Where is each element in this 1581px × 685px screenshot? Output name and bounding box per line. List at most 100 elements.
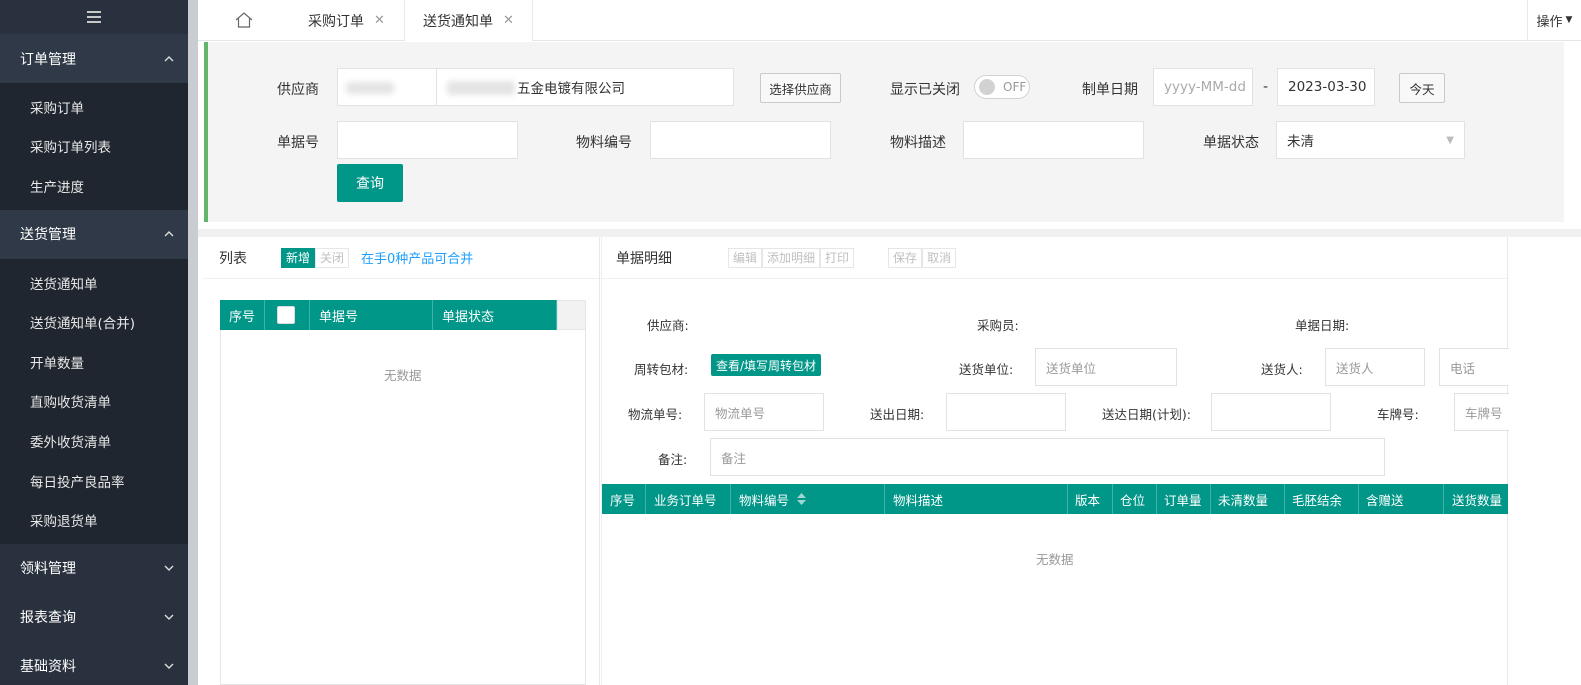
tab-purchase-order[interactable]: 采购订单 ✕: [290, 0, 403, 41]
sortable-column-header[interactable]: 物料编号: [731, 484, 885, 514]
sidebar-item-delivery-notice-merged[interactable]: 送货通知单(合并): [0, 302, 188, 342]
supplier-code-input[interactable]: [337, 68, 437, 106]
date-from-input[interactable]: yyyy-MM-dd: [1153, 68, 1253, 106]
doc-date-label: 单据日期:: [1295, 318, 1350, 333]
sidebar-item-purchase-order[interactable]: 采购订单: [0, 87, 188, 127]
show-closed-switch[interactable]: OFF: [974, 75, 1030, 99]
sidebar-group-label: 送货管理: [20, 227, 76, 244]
redacted-text: [447, 81, 515, 95]
doc-status-value: 未清: [1287, 134, 1314, 150]
buyer-label: 采购员:: [977, 318, 1019, 333]
doc-status-label: 单据状态: [1203, 135, 1259, 151]
column-header: 含赠送: [1359, 484, 1444, 514]
packing-button[interactable]: 查看/填写周转包材: [711, 354, 821, 376]
query-button[interactable]: 查询: [337, 164, 403, 202]
ship-date-label: 送出日期:: [870, 407, 925, 422]
column-header: 送货数量: [1452, 492, 1503, 508]
caret-down-icon: ▼: [1446, 134, 1454, 146]
sidebar-group-basic-data[interactable]: 基础资料: [0, 642, 188, 685]
sidebar-group-label: 领料管理: [20, 561, 76, 578]
material-desc-label: 物料描述: [890, 135, 946, 151]
sidebar-item-direct-receipt[interactable]: 直购收货清单: [0, 382, 188, 422]
print-button[interactable]: 打印: [820, 247, 855, 268]
today-button[interactable]: 今天: [1399, 73, 1445, 103]
remark-label: 备注:: [658, 452, 688, 467]
cancel-button[interactable]: 取消: [922, 247, 957, 268]
operations-dropdown[interactable]: 操作 ▼: [1527, 0, 1581, 40]
material-desc-input[interactable]: [963, 121, 1144, 159]
column-header: 业务订单号: [646, 484, 731, 514]
material-no-input[interactable]: [650, 121, 831, 159]
sidebar-item-purchase-return[interactable]: 采购退货单: [0, 500, 188, 540]
divider: [198, 229, 1581, 237]
logistics-input[interactable]: 物流单号: [704, 393, 824, 431]
phone-input[interactable]: 电话: [1439, 348, 1509, 386]
delivery-unit-input[interactable]: 送货单位: [1035, 348, 1177, 386]
tab-label: 采购订单: [308, 13, 364, 30]
plate-input[interactable]: 车牌号: [1454, 393, 1509, 431]
plate-label: 车牌号:: [1377, 407, 1419, 422]
sidebar-item-delivery-notice[interactable]: 送货通知单: [0, 263, 188, 303]
sidebar-item-outsource-receipt[interactable]: 委外收货清单: [0, 421, 188, 461]
sidebar-item-purchase-order-list[interactable]: 采购订单列表: [0, 127, 188, 167]
column-header: 单据号: [310, 300, 433, 330]
remark-input[interactable]: 备注: [710, 438, 1385, 476]
column-header: 订单量: [1157, 484, 1211, 514]
sidebar-item-order-quantity[interactable]: 开单数量: [0, 342, 188, 382]
close-icon[interactable]: ✕: [374, 13, 385, 28]
sidebar-item-daily-yield[interactable]: 每日投产良品率: [0, 461, 188, 501]
merge-hint-link[interactable]: 在手0种产品可合并: [361, 248, 473, 267]
ship-date-input[interactable]: [946, 393, 1066, 431]
empty-text: 无数据: [384, 368, 422, 383]
date-label: 制单日期: [1082, 82, 1138, 98]
new-button[interactable]: 新增: [281, 247, 316, 268]
chevron-down-icon: [164, 614, 174, 621]
supplier-name-value: 五金电镀有限公司: [517, 81, 625, 97]
chevron-down-icon: [164, 663, 174, 670]
sidebar: 订单管理 采购订单 采购订单列表 生产进度 送货管理 送货通知单 送货通知单(合…: [0, 0, 188, 685]
doc-no-input[interactable]: [337, 121, 518, 159]
add-detail-button[interactable]: 添加明细: [762, 247, 821, 268]
column-header: 毛胚结余: [1285, 484, 1359, 514]
column-header: 物料描述: [885, 484, 1068, 514]
close-icon[interactable]: ✕: [503, 13, 514, 28]
delivery-unit-label: 送货单位:: [959, 362, 1014, 377]
arrive-date-input[interactable]: [1211, 393, 1331, 431]
detail-table-header: 序号 业务订单号 物料编号 物料描述 版本 仓位 订单量 未清数量 毛胚结余 含…: [602, 484, 1508, 514]
switch-text: OFF: [1003, 80, 1027, 94]
chevron-up-icon: [164, 55, 174, 61]
show-closed-label: 显示已关闭: [890, 82, 960, 98]
home-icon[interactable]: [198, 0, 290, 40]
save-button[interactable]: 保存: [888, 247, 923, 268]
doc-status-select[interactable]: 未清 ▼: [1276, 121, 1465, 159]
sidebar-group-delivery[interactable]: 送货管理: [0, 209, 188, 259]
column-header: 版本: [1068, 484, 1113, 514]
column-header: 单据状态: [433, 300, 557, 330]
sidebar-group-orders[interactable]: 订单管理: [0, 34, 188, 83]
list-table-header: 序号 单据号 单据状态: [220, 300, 557, 330]
edit-button[interactable]: 编辑: [728, 247, 763, 268]
redacted-text: [346, 82, 394, 94]
sidebar-item-production-progress[interactable]: 生产进度: [0, 166, 188, 206]
sidebar-group-reports[interactable]: 报表查询: [0, 593, 188, 642]
supplier-label: 供应商:: [647, 318, 689, 333]
table-header-filler: [557, 300, 586, 330]
sort-icon[interactable]: [797, 493, 807, 505]
select-supplier-button[interactable]: 选择供应商: [760, 73, 841, 103]
deliverer-input[interactable]: 送货人: [1325, 348, 1425, 386]
sidebar-group-label: 订单管理: [20, 51, 76, 68]
list-panel: 列表 新增 关闭 在手0种产品可合并 序号 单据号 单据状态 无数据: [203, 237, 600, 685]
hamburger-icon[interactable]: [0, 0, 188, 34]
close-button[interactable]: 关闭: [315, 247, 350, 268]
tab-delivery-notice[interactable]: 送货通知单 ✕: [404, 0, 533, 41]
supplier-name-input[interactable]: 五金电镀有限公司: [436, 68, 734, 106]
sidebar-scrollbar[interactable]: [188, 0, 198, 685]
filter-panel: 供应商 五金电镀有限公司 选择供应商 显示已关闭 OFF 制单日期 yyyy-M…: [204, 42, 1564, 222]
tab-bar: 采购订单 ✕ 送货通知单 ✕ 操作 ▼: [198, 0, 1581, 41]
select-all-checkbox[interactable]: [277, 306, 295, 324]
date-to-input[interactable]: 2023-03-30: [1277, 68, 1375, 106]
packing-label: 周转包材:: [634, 362, 689, 377]
select-all-checkbox-cell[interactable]: [265, 300, 310, 330]
list-title: 列表: [219, 250, 247, 267]
sidebar-group-material[interactable]: 领料管理: [0, 544, 188, 593]
